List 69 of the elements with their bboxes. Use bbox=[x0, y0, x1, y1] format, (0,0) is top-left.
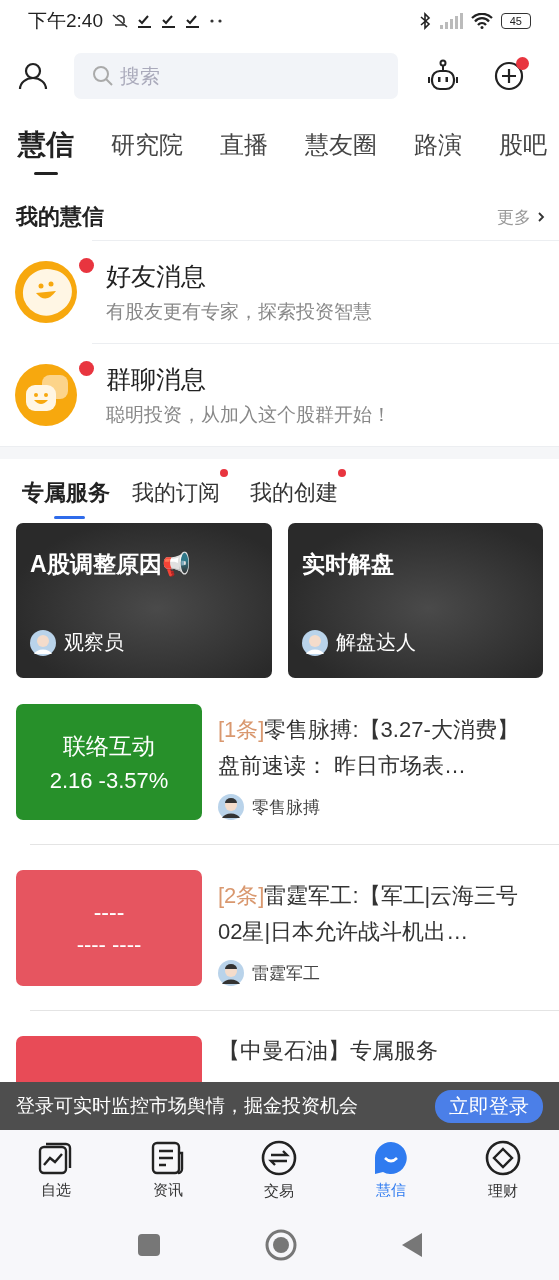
article-title[interactable]: [2条]雷霆军工:【军工|云海三号02星|日本允许战斗机出… bbox=[218, 878, 539, 950]
category-tab[interactable]: 路演 bbox=[414, 117, 480, 173]
download-done-icon bbox=[137, 13, 153, 29]
nav-tab[interactable]: 自选 bbox=[20, 1140, 91, 1200]
search-field[interactable]: 搜索 bbox=[74, 53, 398, 99]
message-row[interactable]: 好友消息 有股友更有专家，探索投资智慧 bbox=[0, 240, 559, 343]
nav-tab[interactable]: 理财 bbox=[468, 1139, 539, 1201]
category-tab[interactable]: 股吧 bbox=[499, 117, 547, 173]
more-dots-icon bbox=[209, 18, 223, 24]
status-time: 下午2:40 bbox=[28, 9, 103, 33]
banner-text: 登录可实时监控市场舆情，掘金投资机会 bbox=[16, 1094, 358, 1118]
robot-icon[interactable] bbox=[426, 59, 460, 93]
service-tab[interactable]: 我的创建 bbox=[250, 475, 338, 521]
back-icon[interactable] bbox=[400, 1232, 423, 1258]
download-done-icon bbox=[161, 13, 177, 29]
nav-tab[interactable]: 交易 bbox=[244, 1139, 315, 1201]
card-title: A股调整原因📢 bbox=[30, 550, 192, 579]
avatar-icon bbox=[30, 629, 56, 656]
wifi-icon bbox=[470, 13, 493, 29]
smiley-avatar-icon bbox=[14, 259, 78, 324]
search-icon bbox=[92, 65, 114, 87]
author-name: 零售脉搏 bbox=[252, 796, 320, 819]
section-title: 我的慧信 bbox=[16, 203, 104, 231]
author-name: 观察员 bbox=[64, 630, 124, 655]
chat-icon bbox=[374, 1140, 409, 1175]
exchange-icon bbox=[261, 1139, 298, 1176]
user-icon[interactable] bbox=[18, 62, 48, 90]
stock-thumbnail[interactable]: 联络互动 2.16 -3.57% bbox=[16, 704, 202, 820]
service-tab[interactable]: 专属服务 bbox=[22, 475, 110, 521]
thumbnail-text: 联络互动 bbox=[63, 731, 155, 761]
service-tab[interactable]: 我的订阅 bbox=[132, 475, 220, 521]
thumbnail-text: ---- ---- bbox=[76, 931, 142, 958]
category-tab[interactable]: 直播 bbox=[220, 117, 286, 173]
login-button[interactable]: 立即登录 bbox=[435, 1089, 543, 1123]
service-card[interactable]: A股调整原因📢 观察员 bbox=[16, 523, 272, 678]
stock-thumbnail[interactable] bbox=[16, 1036, 202, 1082]
article-title[interactable]: [1条]零售脉搏:【3.27-大消费】盘前速读： 昨日市场表… bbox=[218, 712, 539, 784]
muted-bell-icon bbox=[111, 13, 129, 29]
nav-tab[interactable]: 慧信 bbox=[356, 1140, 427, 1200]
category-tab[interactable]: 慧信 bbox=[18, 117, 92, 173]
signal-icon bbox=[438, 13, 463, 29]
thumbnail-text: ---- bbox=[93, 898, 125, 926]
message-preview: 有股友更有专家，探索投资智慧 bbox=[106, 299, 373, 324]
avatar-icon bbox=[218, 960, 244, 986]
bluetooth-icon bbox=[418, 12, 431, 30]
download-done-icon bbox=[185, 13, 201, 29]
recent-apps-icon[interactable] bbox=[136, 1233, 161, 1257]
stock-thumbnail[interactable]: ---- ---- ---- bbox=[16, 870, 202, 986]
chart-icon bbox=[37, 1140, 74, 1175]
news-icon bbox=[150, 1140, 185, 1175]
home-icon[interactable] bbox=[264, 1229, 297, 1261]
article-title[interactable]: 【中曼石油】专属服务 bbox=[218, 1038, 539, 1064]
message-preview: 聪明投资，从加入这个股群开始！ bbox=[106, 402, 392, 427]
nav-tab[interactable]: 资讯 bbox=[132, 1140, 203, 1200]
avatar-icon bbox=[218, 794, 244, 820]
add-icon[interactable] bbox=[494, 61, 524, 91]
avatar-icon bbox=[301, 629, 328, 656]
battery-indicator: 45 bbox=[500, 13, 531, 29]
card-title: 实时解盘 bbox=[301, 550, 395, 579]
message-title: 好友消息 bbox=[106, 260, 207, 292]
service-card[interactable]: 实时解盘 解盘达人 bbox=[287, 523, 543, 678]
category-tab[interactable]: 研究院 bbox=[111, 117, 201, 173]
chevron-icon bbox=[537, 211, 545, 223]
author-name: 解盘达人 bbox=[335, 630, 416, 655]
thumbnail-text: 2.16 -3.57% bbox=[49, 767, 169, 794]
author-name: 雷霆军工 bbox=[252, 962, 320, 985]
group-chat-avatar-icon bbox=[14, 362, 78, 427]
category-tab[interactable]: 慧友圈 bbox=[305, 117, 395, 173]
message-title: 群聊消息 bbox=[106, 363, 207, 395]
